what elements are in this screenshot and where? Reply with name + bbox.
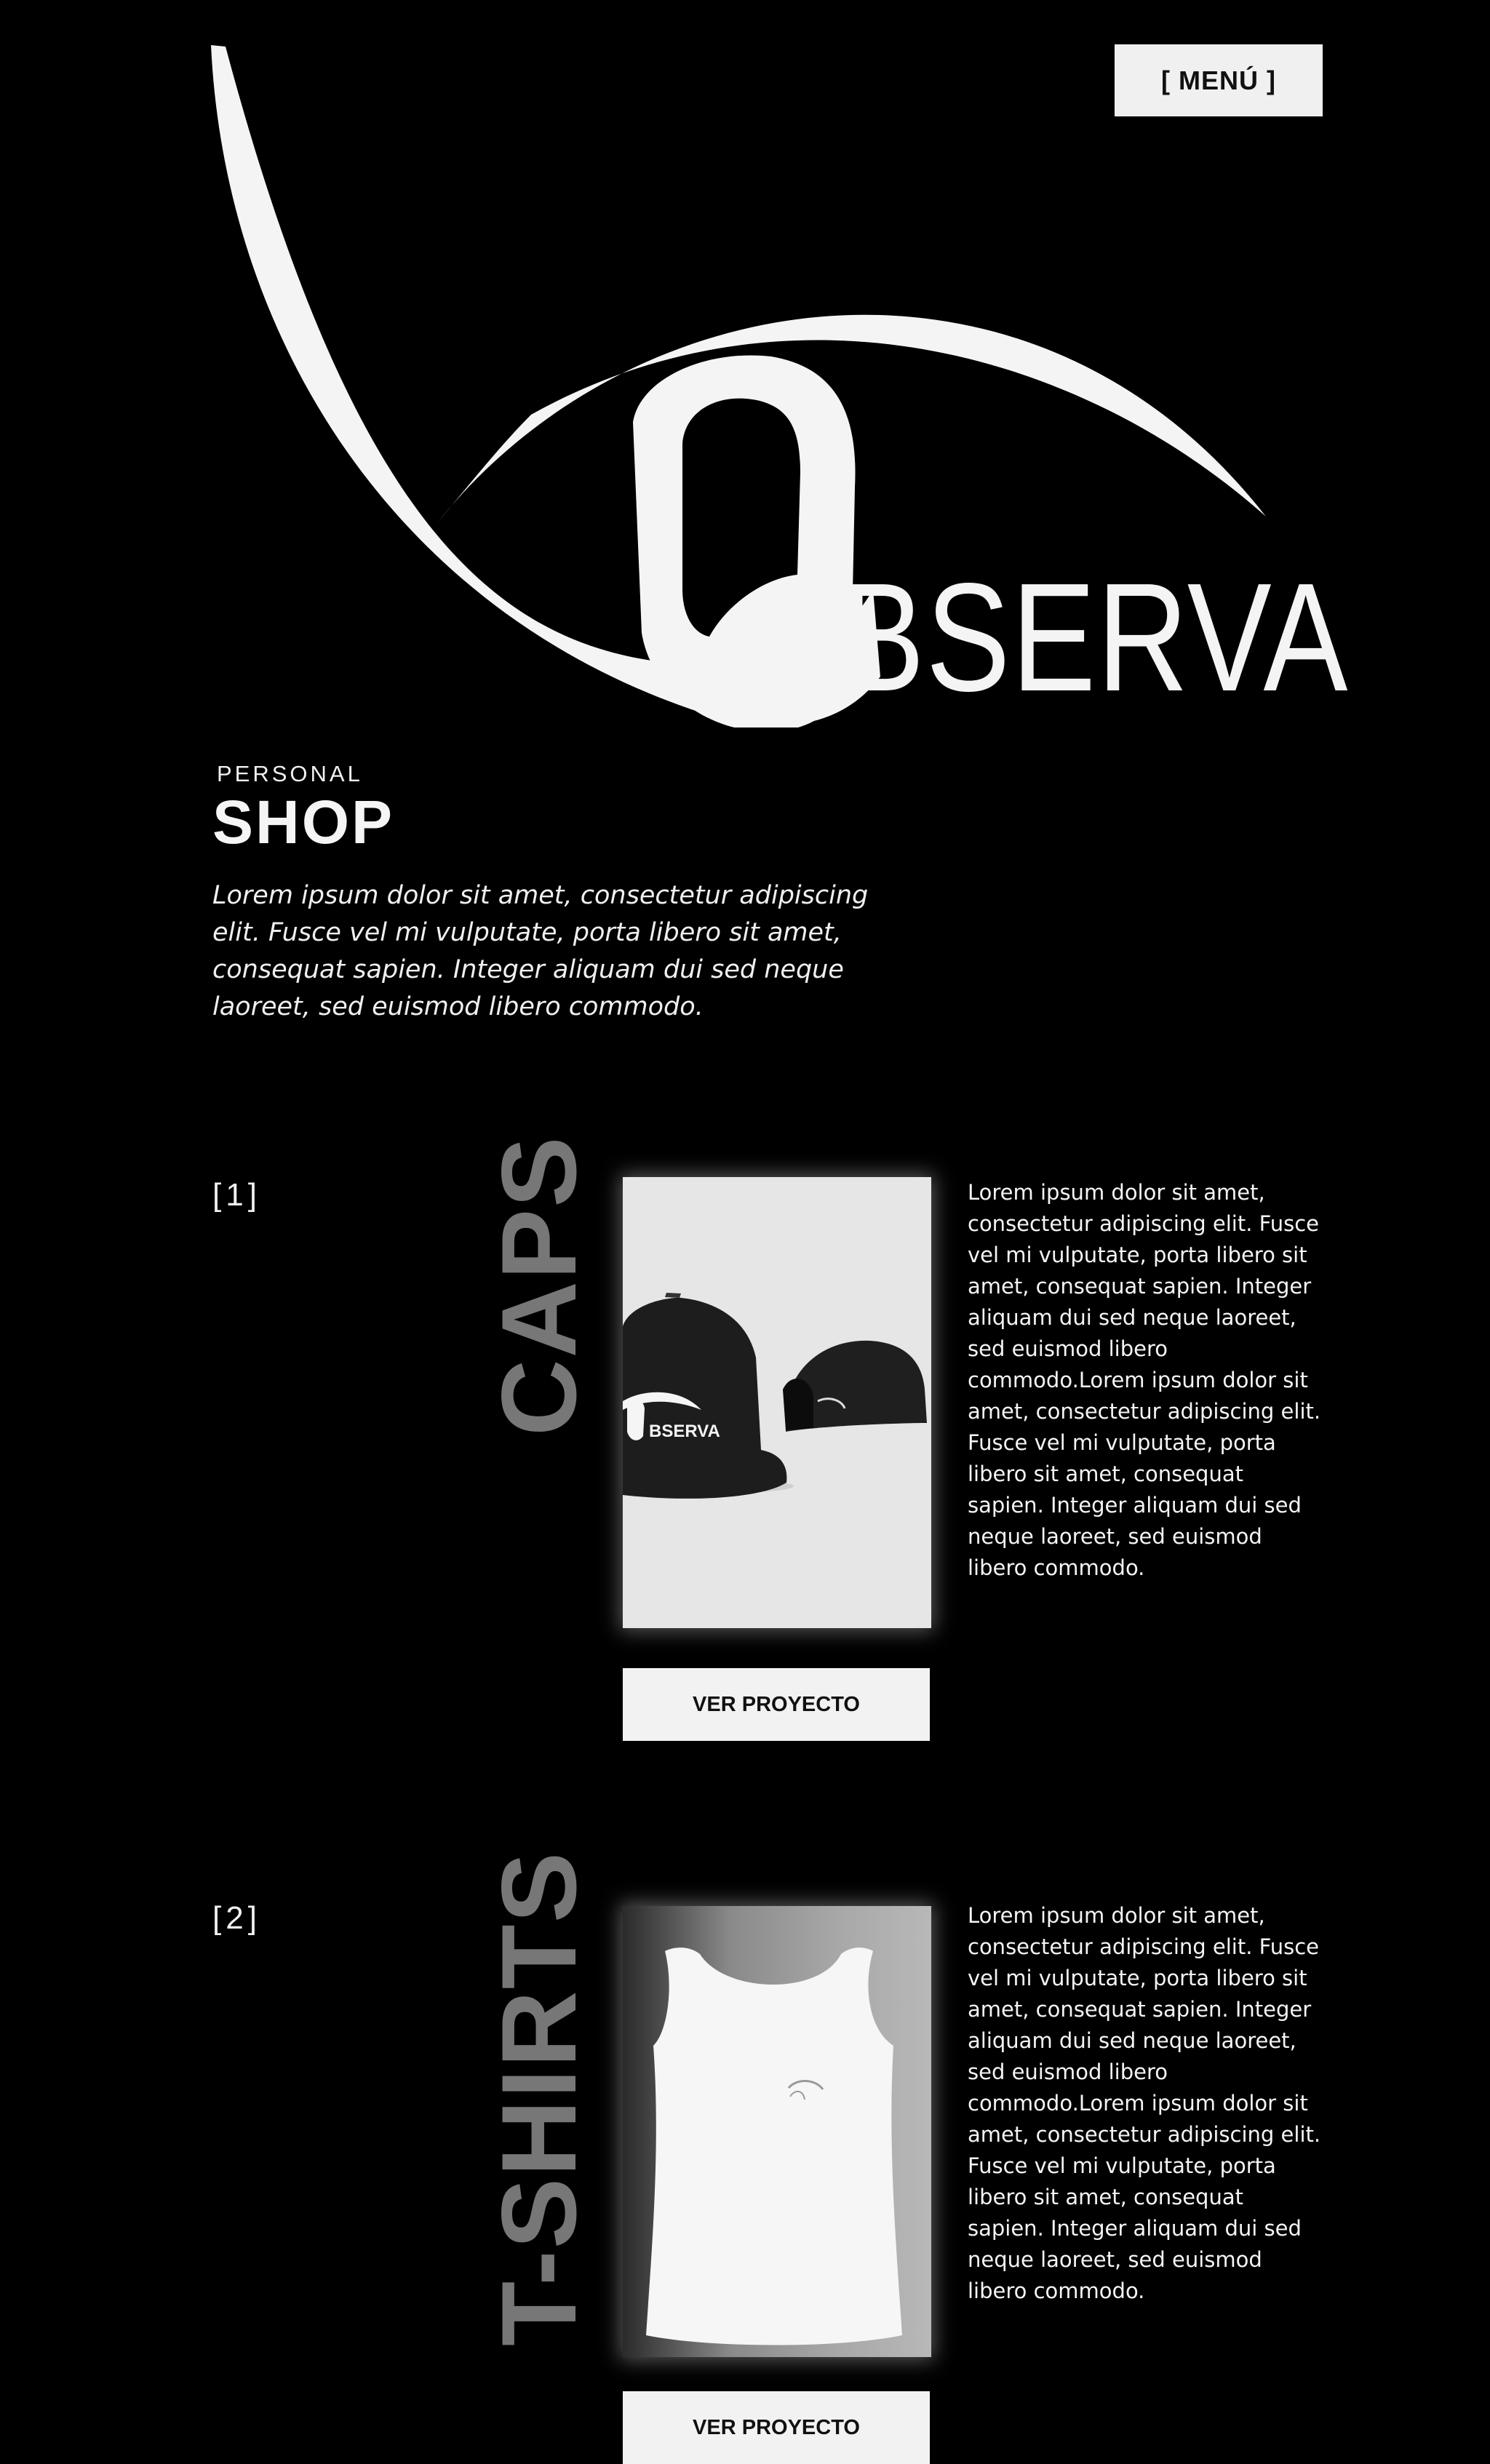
ver-proyecto-button[interactable]: VER PROYECTO <box>623 2391 930 2464</box>
section-title: CAPS <box>479 1135 598 1436</box>
section-number: [2] <box>212 1900 261 1936</box>
section-title: T-SHIRTS <box>479 1850 598 2346</box>
section-number: [1] <box>212 1177 261 1213</box>
section-description: Lorem ipsum dolor sit amet, consectetur … <box>968 1903 1321 2303</box>
hero-kicker: PERSONAL <box>217 761 363 786</box>
tank-top-product-icon <box>623 1906 931 2357</box>
cap-product-icon: BSERVA <box>623 1177 931 1628</box>
logo-wordmark: BSERVA <box>840 551 1350 723</box>
hero-intro: Lorem ipsum dolor sit amet, consectetur … <box>212 881 869 1021</box>
hero-title: SHOP <box>212 788 395 856</box>
ver-proyecto-button[interactable]: VER PROYECTO <box>623 1668 930 1741</box>
section-description: Lorem ipsum dolor sit amet, consectetur … <box>968 1180 1321 1580</box>
svg-text:BSERVA: BSERVA <box>649 1422 720 1441</box>
